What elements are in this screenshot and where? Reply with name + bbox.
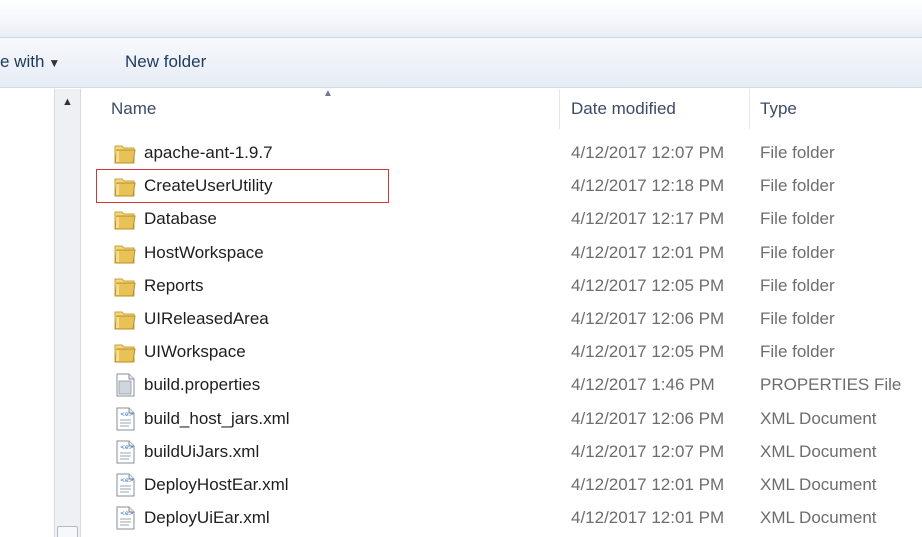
folder-icon (114, 141, 136, 165)
file-row[interactable]: <e> DeployUiEar.xml 4/12/2017 12:01 PM XML … (81, 502, 922, 535)
chevron-down-icon: ▼ (48, 56, 61, 70)
xml-file-icon: <e> (114, 440, 136, 464)
open-with-label: e with (0, 52, 45, 71)
nav-pane-scrollbar[interactable]: ▲ (54, 89, 81, 537)
file-date-modified: 4/12/2017 1:46 PM (571, 375, 715, 395)
file-name: DeployHostEar.xml (144, 474, 289, 494)
xml-file-icon: <e> (114, 407, 136, 431)
file-name: CreateUserUtility (144, 176, 273, 196)
folder-icon (114, 274, 136, 298)
file-list: apache-ant-1.9.7 4/12/2017 12:07 PM File f… (81, 137, 922, 535)
file-type: File folder (760, 209, 835, 229)
file-name: Database (144, 209, 217, 229)
navigation-pane (0, 89, 54, 537)
folder-icon (114, 174, 136, 198)
file-type: XML Document (760, 441, 877, 461)
file-name: DeployUiEar.xml (144, 508, 270, 528)
svg-text:<e>: <e> (120, 510, 134, 517)
scroll-up-arrow-icon[interactable]: ▲ (55, 89, 80, 113)
sort-ascending-icon: ▲ (323, 88, 333, 99)
file-name: UIWorkspace (144, 342, 246, 362)
window-top-strip (0, 0, 922, 38)
file-row[interactable]: build.properties 4/12/2017 1:46 PM PROPERT… (81, 369, 922, 402)
file-name: HostWorkspace (144, 242, 264, 262)
svg-text:<e>: <e> (120, 444, 134, 451)
file-date-modified: 4/12/2017 12:05 PM (571, 275, 725, 295)
file-row[interactable]: <e> DeployHostEar.xml 4/12/2017 12:01 PM XM… (81, 469, 922, 502)
file-type: File folder (760, 308, 835, 328)
file-row[interactable]: UIReleasedArea 4/12/2017 12:06 PM File fol… (81, 303, 922, 336)
column-headers: ▲ Name Date modified Type (81, 88, 922, 129)
file-row[interactable]: Reports 4/12/2017 12:05 PM File folder (81, 270, 922, 303)
file-type: File folder (760, 242, 835, 262)
file-name: UIReleasedArea (144, 308, 269, 328)
file-type: File folder (760, 342, 835, 362)
xml-file-icon: <e> (114, 506, 136, 530)
file-type: File folder (760, 176, 835, 196)
file-row[interactable]: HostWorkspace 4/12/2017 12:01 PM File fold… (81, 237, 922, 270)
file-type: XML Document (760, 474, 877, 494)
column-divider[interactable] (749, 89, 750, 129)
file-type: PROPERTIES File (760, 375, 902, 395)
file-type: XML Document (760, 408, 877, 428)
file-date-modified: 4/12/2017 12:06 PM (571, 308, 725, 328)
file-date-modified: 4/12/2017 12:18 PM (571, 176, 725, 196)
svg-text:<e>: <e> (120, 477, 134, 484)
file-row[interactable]: Database 4/12/2017 12:17 PM File folder (81, 203, 922, 236)
file-date-modified: 4/12/2017 12:07 PM (571, 143, 725, 162)
column-divider[interactable] (559, 89, 560, 129)
file-type: File folder (760, 143, 835, 162)
file-type: XML Document (760, 508, 877, 528)
folder-icon (114, 207, 136, 231)
svg-text:<e>: <e> (120, 411, 134, 418)
file-row[interactable]: UIWorkspace 4/12/2017 12:05 PM File folder (81, 336, 922, 369)
file-name: apache-ant-1.9.7 (144, 143, 273, 162)
properties-file-icon (114, 373, 136, 397)
file-name: build.properties (144, 375, 261, 395)
file-row[interactable]: CreateUserUtility 4/12/2017 12:18 PM File … (81, 170, 922, 203)
file-date-modified: 4/12/2017 12:06 PM (571, 408, 725, 428)
file-date-modified: 4/12/2017 12:07 PM (571, 441, 725, 461)
file-row[interactable]: apache-ant-1.9.7 4/12/2017 12:07 PM File f… (81, 137, 922, 170)
file-name: Reports (144, 275, 204, 295)
xml-file-icon: <e> (114, 473, 136, 497)
scroll-thumb[interactable] (57, 526, 78, 537)
column-header-date-modified[interactable]: Date modified (571, 89, 676, 129)
column-header-name[interactable]: Name (111, 89, 156, 129)
file-date-modified: 4/12/2017 12:01 PM (571, 508, 725, 528)
command-bar: e with ▼ New folder (0, 38, 922, 88)
file-date-modified: 4/12/2017 12:01 PM (571, 242, 725, 262)
file-type: File folder (760, 275, 835, 295)
file-row[interactable]: <e> build_host_jars.xml 4/12/2017 12:06 PM… (81, 403, 922, 436)
file-name: buildUiJars.xml (144, 441, 260, 461)
open-with-button[interactable]: e with ▼ (0, 52, 60, 72)
folder-icon (114, 340, 136, 364)
file-date-modified: 4/12/2017 12:17 PM (571, 209, 725, 229)
new-folder-button[interactable]: New folder (125, 52, 206, 72)
file-date-modified: 4/12/2017 12:05 PM (571, 342, 725, 362)
folder-icon (114, 241, 136, 265)
folder-icon (114, 307, 136, 331)
file-name: build_host_jars.xml (144, 408, 290, 428)
column-header-type[interactable]: Type (760, 89, 797, 129)
file-date-modified: 4/12/2017 12:01 PM (571, 474, 725, 494)
file-row[interactable]: <e> buildUiJars.xml 4/12/2017 12:07 PM XML … (81, 436, 922, 469)
